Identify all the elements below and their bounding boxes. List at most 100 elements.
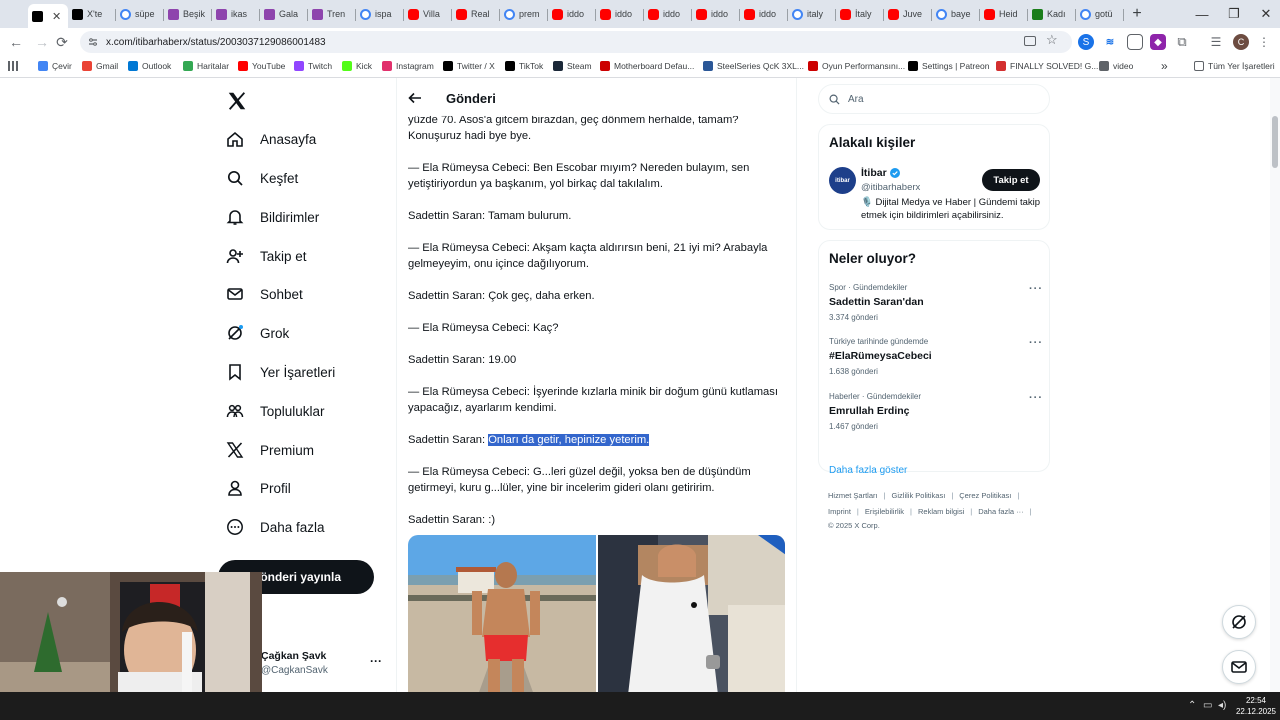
account-more-icon[interactable]: ··· — [370, 654, 382, 668]
extension-window-icon[interactable] — [1127, 34, 1143, 50]
browser-tab[interactable]: Kadı — [1028, 2, 1076, 26]
nav-item-4[interactable]: Takip et — [226, 245, 307, 267]
page-scrollbar[interactable] — [1270, 78, 1280, 692]
nav-item-10[interactable]: Profil — [226, 477, 291, 499]
new-tab-button[interactable]: + — [1124, 5, 1150, 23]
browser-tab[interactable]: iddo — [644, 2, 692, 26]
back-arrow-icon[interactable] — [408, 91, 422, 105]
bookmark-item[interactable]: Çevir — [38, 61, 72, 71]
trend-more-icon[interactable]: ··· — [1029, 392, 1043, 404]
star-icon[interactable]: ☆ — [1046, 32, 1058, 48]
bookmark-item[interactable]: TikTok — [505, 61, 543, 71]
footer-link[interactable]: Erişilebilirlik — [865, 507, 904, 516]
messages-fab[interactable] — [1222, 650, 1256, 684]
browser-tab[interactable]: ispa — [356, 2, 404, 26]
nav-item-3[interactable]: Bildirimler — [226, 206, 319, 228]
footer-link[interactable]: Çerez Politikası — [959, 491, 1011, 500]
browser-tab[interactable]: iddo — [692, 2, 740, 26]
bookmark-item[interactable]: FINALLY SOLVED! G... — [996, 61, 1098, 71]
browser-tab[interactable]: Beşik — [164, 2, 212, 26]
bookmark-item[interactable]: Motherboard Defau... — [600, 61, 694, 71]
browser-tab[interactable]: gotü — [1076, 2, 1124, 26]
bookmark-item[interactable]: Kick — [342, 61, 372, 71]
account-handle[interactable]: @CagkanSavk — [261, 665, 328, 676]
extension-wave-icon[interactable]: ≋ — [1102, 34, 1118, 50]
search-input[interactable]: Ara — [818, 84, 1050, 114]
nav-item-7[interactable]: Yer İşaretleri — [226, 361, 335, 383]
browser-tab[interactable]: Tren — [308, 2, 356, 26]
bookmark-item[interactable]: YouTube — [238, 61, 285, 71]
browser-tab[interactable]: Juve — [884, 2, 932, 26]
restore-icon[interactable]: ❐ — [1218, 0, 1250, 28]
tab-search-icon[interactable]: ☰ — [1208, 34, 1224, 50]
browser-tab[interactable]: italy — [788, 2, 836, 26]
trend-item[interactable]: Haberler · Gündemdekiler Emrullah Erdinç 1… — [829, 392, 1042, 431]
close-window-icon[interactable]: ✕ — [1250, 0, 1280, 28]
bookmark-item[interactable]: Gmail — [82, 61, 118, 71]
back-button[interactable]: ← — [4, 30, 28, 54]
nav-item-11[interactable]: Daha fazla — [226, 516, 325, 538]
person-handle[interactable]: @itibarhaberx — [861, 182, 920, 193]
url-field[interactable]: x.com/itibarhaberx/status/20030371290860… — [80, 31, 1072, 53]
trend-more-icon[interactable]: ··· — [1029, 337, 1043, 349]
browser-tab[interactable]: ✕ — [28, 4, 68, 28]
bookmark-item[interactable]: Steam — [553, 61, 592, 71]
bookmark-item[interactable]: Twitter / X — [443, 61, 495, 71]
browser-tab[interactable]: prem — [500, 2, 548, 26]
all-bookmarks-folder[interactable]: Tüm Yer İşaretleri — [1194, 61, 1275, 71]
install-icon[interactable] — [1024, 36, 1036, 46]
browser-tab[interactable]: Villa — [404, 2, 452, 26]
person-name[interactable]: İtibar — [861, 167, 900, 179]
nav-item-6[interactable]: Grok — [226, 322, 289, 344]
nav-item-2[interactable]: Keşfet — [226, 167, 298, 189]
footer-link[interactable]: Daha fazla ··· — [978, 507, 1023, 516]
follow-button[interactable]: Takip et — [982, 169, 1040, 191]
browser-tab[interactable]: ikas — [212, 2, 260, 26]
minimize-icon[interactable]: — — [1186, 0, 1218, 28]
bookmarks-overflow-button[interactable]: » — [1161, 59, 1168, 73]
volume-icon[interactable]: ◂) — [1218, 700, 1226, 711]
account-name[interactable]: Çağkan Şavk — [261, 650, 326, 662]
footer-link[interactable]: Gizlilik Politikası — [892, 491, 946, 500]
bookmark-item[interactable]: video — [1099, 61, 1133, 71]
extension-s-icon[interactable]: S — [1078, 34, 1094, 50]
trend-item[interactable]: Spor · Gündemdekiler Sadettin Saran'dan 3.… — [829, 283, 1042, 322]
browser-tab[interactable]: Gala — [260, 2, 308, 26]
bookmark-item[interactable]: Settings | Patreon — [908, 61, 989, 71]
nav-item-5[interactable]: Sohbet — [226, 283, 303, 305]
footer-link[interactable]: Hizmet Şartları — [828, 491, 878, 500]
browser-tab[interactable]: Real — [452, 2, 500, 26]
bookmark-item[interactable]: Instagram — [382, 61, 434, 71]
nav-item-1[interactable]: Anasayfa — [226, 128, 316, 150]
trend-item[interactable]: Türkiye tarihinde gündemde #ElaRümeysaCeb… — [829, 337, 1042, 376]
nav-item-8[interactable]: Topluluklar — [226, 400, 325, 422]
footer-link[interactable]: Imprint — [828, 507, 851, 516]
site-info-icon[interactable] — [88, 37, 98, 47]
nav-item-9[interactable]: Premium — [226, 439, 314, 461]
browser-tab[interactable]: iddo — [740, 2, 788, 26]
scrollbar-thumb[interactable] — [1272, 116, 1278, 168]
close-tab-icon[interactable]: ✕ — [52, 10, 61, 23]
extension-purple-icon[interactable]: ◆ — [1150, 34, 1166, 50]
footer-link[interactable]: Reklam bilgisi — [918, 507, 964, 516]
post-image-man[interactable] — [408, 535, 596, 692]
browser-tab[interactable]: baye — [932, 2, 980, 26]
x-logo-icon[interactable] — [226, 90, 248, 112]
trend-more-icon[interactable]: ··· — [1029, 283, 1043, 295]
bookmark-item[interactable]: Outlook — [128, 61, 171, 71]
bookmark-item[interactable]: Oyun Performansını... — [808, 61, 905, 71]
browser-tab[interactable]: Heid — [980, 2, 1028, 26]
tray-chevron-icon[interactable]: ⌃ — [1188, 700, 1196, 711]
profile-avatar[interactable]: C — [1233, 34, 1249, 50]
bookmark-item[interactable]: SteelSeries QcK 3XL... — [703, 61, 804, 71]
browser-menu-icon[interactable]: ⋮ — [1256, 34, 1272, 50]
reload-button[interactable]: ⟳ — [50, 30, 74, 54]
apps-grid-icon[interactable] — [8, 61, 18, 71]
browser-tab[interactable]: X'te — [68, 2, 116, 26]
browser-tab[interactable]: iddo — [548, 2, 596, 26]
tab-list-menu-icon[interactable] — [4, 3, 26, 25]
show-more-link[interactable]: Daha fazla göster — [829, 465, 907, 476]
post-image-woman[interactable] — [597, 535, 785, 692]
browser-tab[interactable]: İtaly — [836, 2, 884, 26]
grok-fab[interactable] — [1222, 605, 1256, 639]
